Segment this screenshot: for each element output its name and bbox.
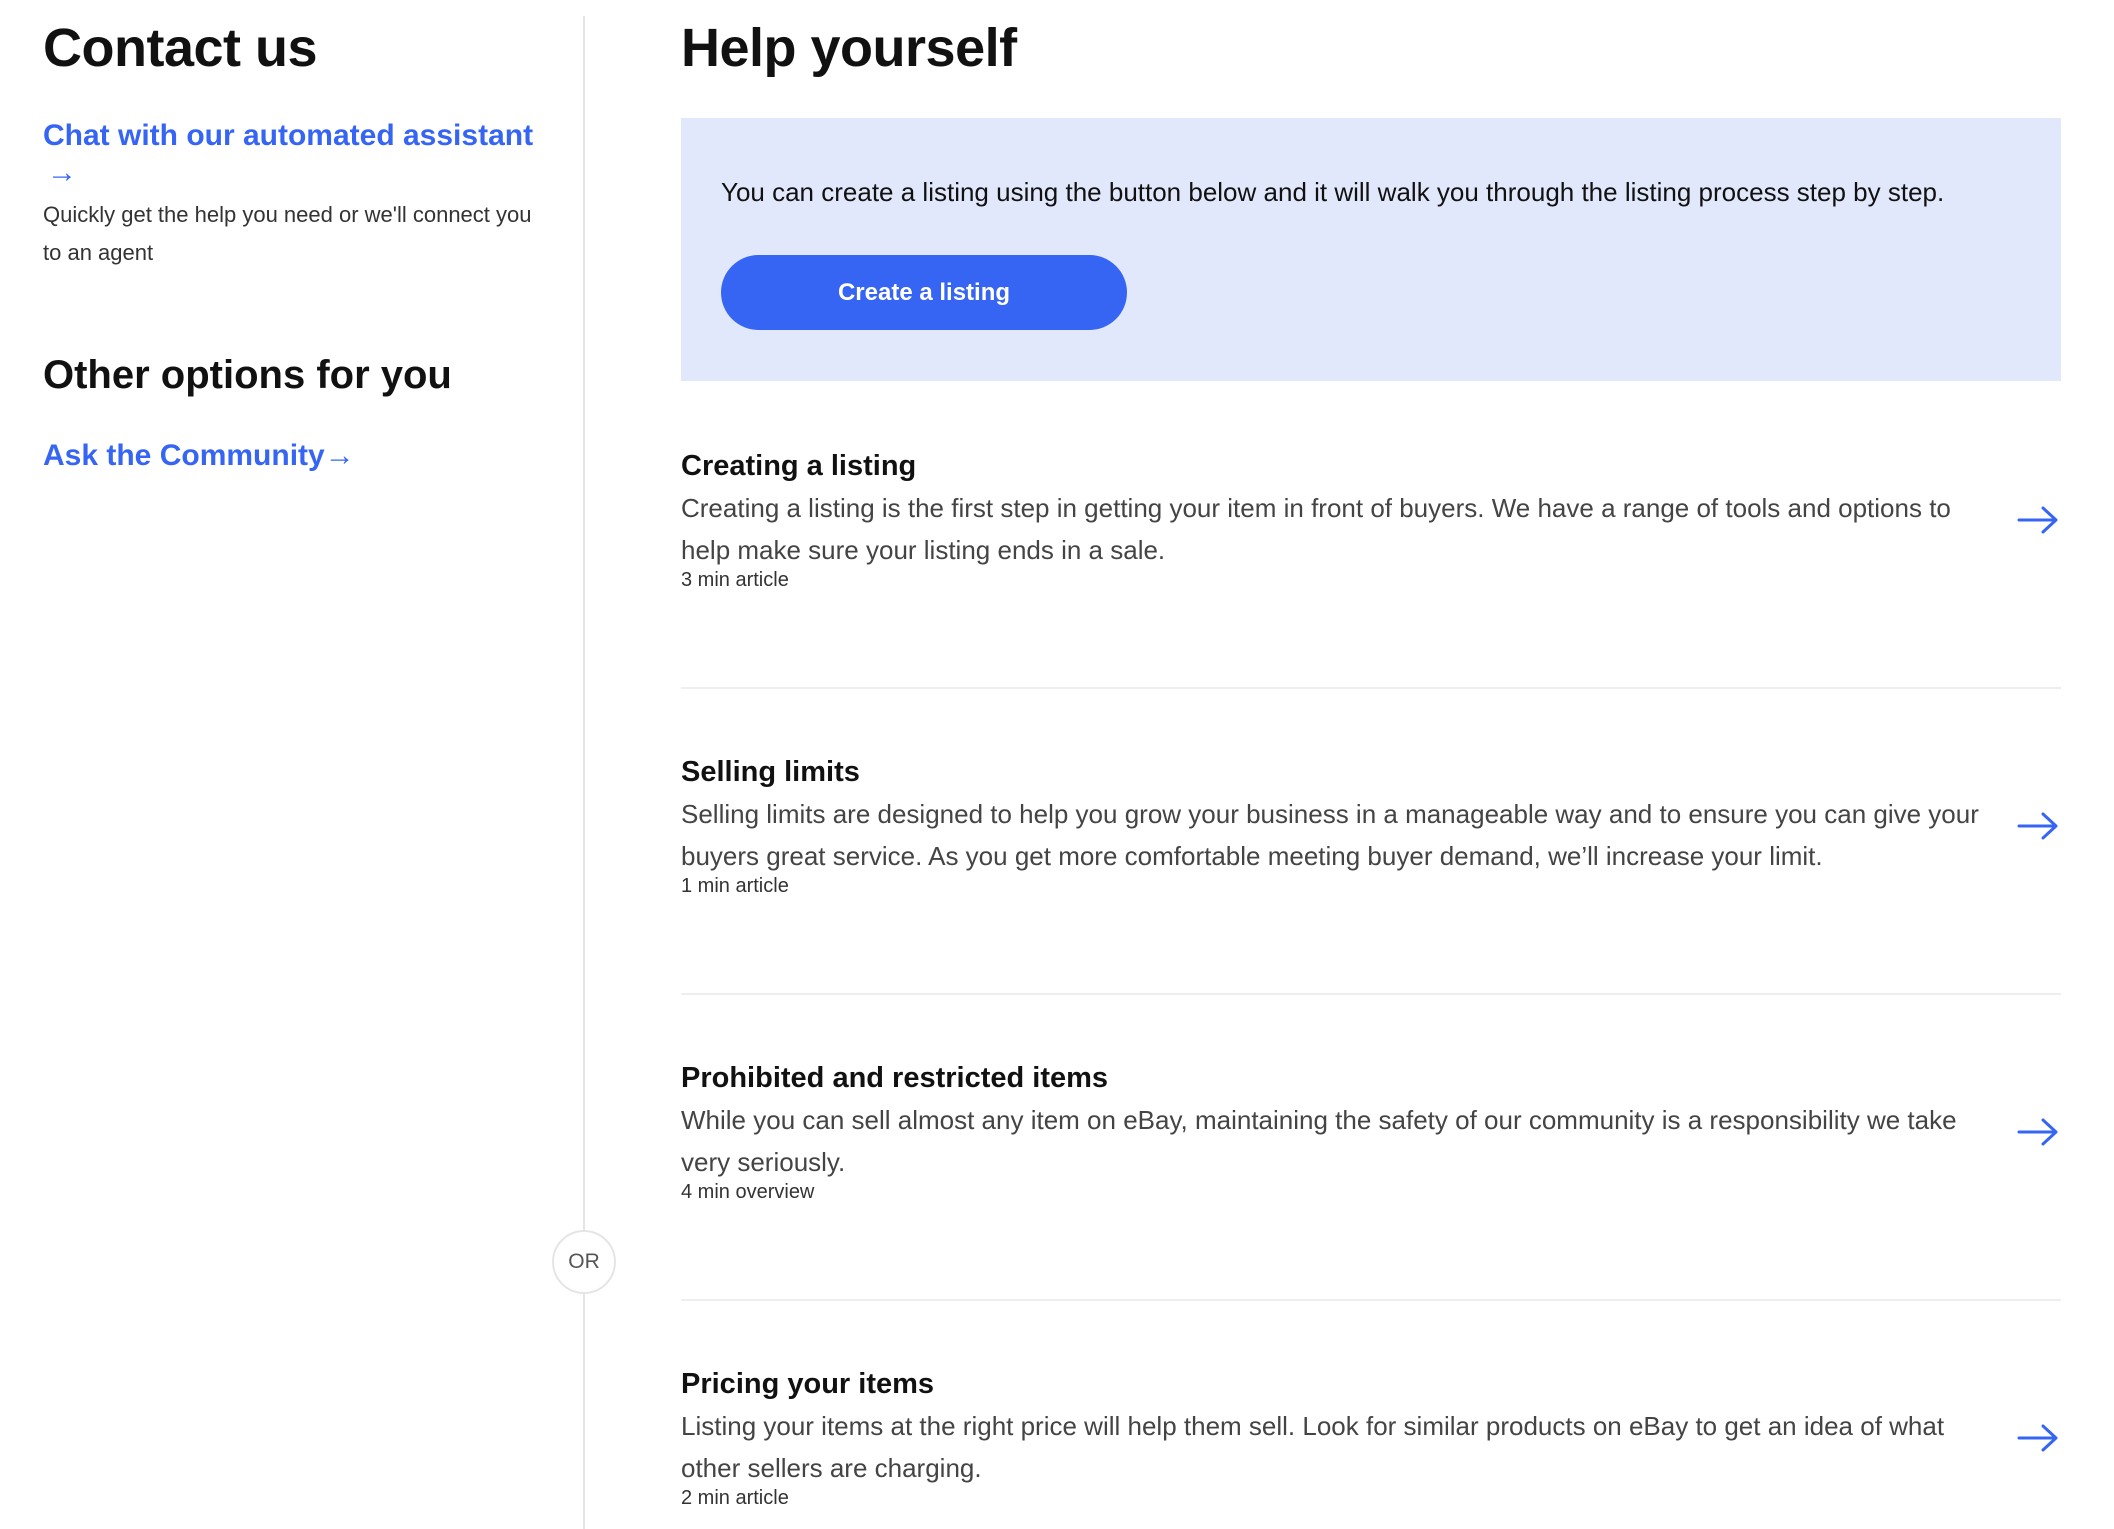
article-meta: 3 min article — [681, 569, 789, 591]
article-item[interactable]: Creating a listing Creating a listing is… — [681, 381, 2061, 689]
article-description: Listing your items at the right price wi… — [681, 1411, 1945, 1483]
ask-community-label: Ask the Community — [43, 439, 325, 472]
article-title: Prohibited and restricted items — [681, 1062, 1109, 1094]
chat-assistant-description: Quickly get the help you need or we'll c… — [43, 202, 532, 265]
article-description: While you can sell almost any item on eB… — [681, 1105, 1957, 1177]
article-meta: 4 min overview — [681, 1181, 815, 1203]
arrow-right-icon[interactable] — [2017, 1423, 2059, 1453]
column-divider — [583, 16, 585, 1529]
create-listing-promo — [681, 118, 2061, 381]
contact-title: Contact us — [43, 18, 318, 78]
article-title: Pricing your items — [681, 1368, 935, 1400]
article-item[interactable]: Pricing your items Listing your items at… — [681, 1299, 2061, 1529]
other-options-title: Other options for you — [43, 353, 452, 397]
article-description: Creating a listing is the first step in … — [681, 493, 1951, 565]
ask-community-link[interactable]: Ask the Community→ — [43, 436, 355, 476]
chat-assistant-label: Chat with our automated assistant — [43, 119, 534, 152]
create-listing-button[interactable]: Create a listing — [721, 255, 1127, 330]
or-label: OR — [568, 1250, 600, 1273]
create-listing-button-label: Create a listing — [837, 278, 1011, 306]
chat-assistant-link[interactable]: Chat with our automated assistant → — [43, 117, 553, 191]
article-description: Selling limits are designed to help you … — [681, 799, 1979, 871]
article-meta: 2 min article — [681, 1487, 789, 1509]
or-badge: OR — [552, 1230, 616, 1294]
arrow-right-icon[interactable] — [2017, 505, 2059, 535]
arrow-right-icon: → — [47, 156, 77, 189]
promo-text: You can create a listing using the butto… — [721, 177, 1945, 207]
article-meta: 1 min article — [681, 875, 789, 897]
help-page: Contact us Chat with our automated assis… — [0, 0, 2114, 1529]
arrow-right-icon: → — [324, 439, 355, 472]
arrow-right-icon[interactable] — [2017, 1117, 2059, 1147]
help-title: Help yourself — [681, 18, 1017, 78]
article-item[interactable]: Prohibited and restricted items While yo… — [681, 993, 2061, 1301]
article-title: Creating a listing — [681, 450, 917, 482]
article-item[interactable]: Selling limits Selling limits are design… — [681, 687, 2061, 995]
article-title: Selling limits — [681, 756, 860, 788]
arrow-right-icon[interactable] — [2017, 811, 2059, 841]
